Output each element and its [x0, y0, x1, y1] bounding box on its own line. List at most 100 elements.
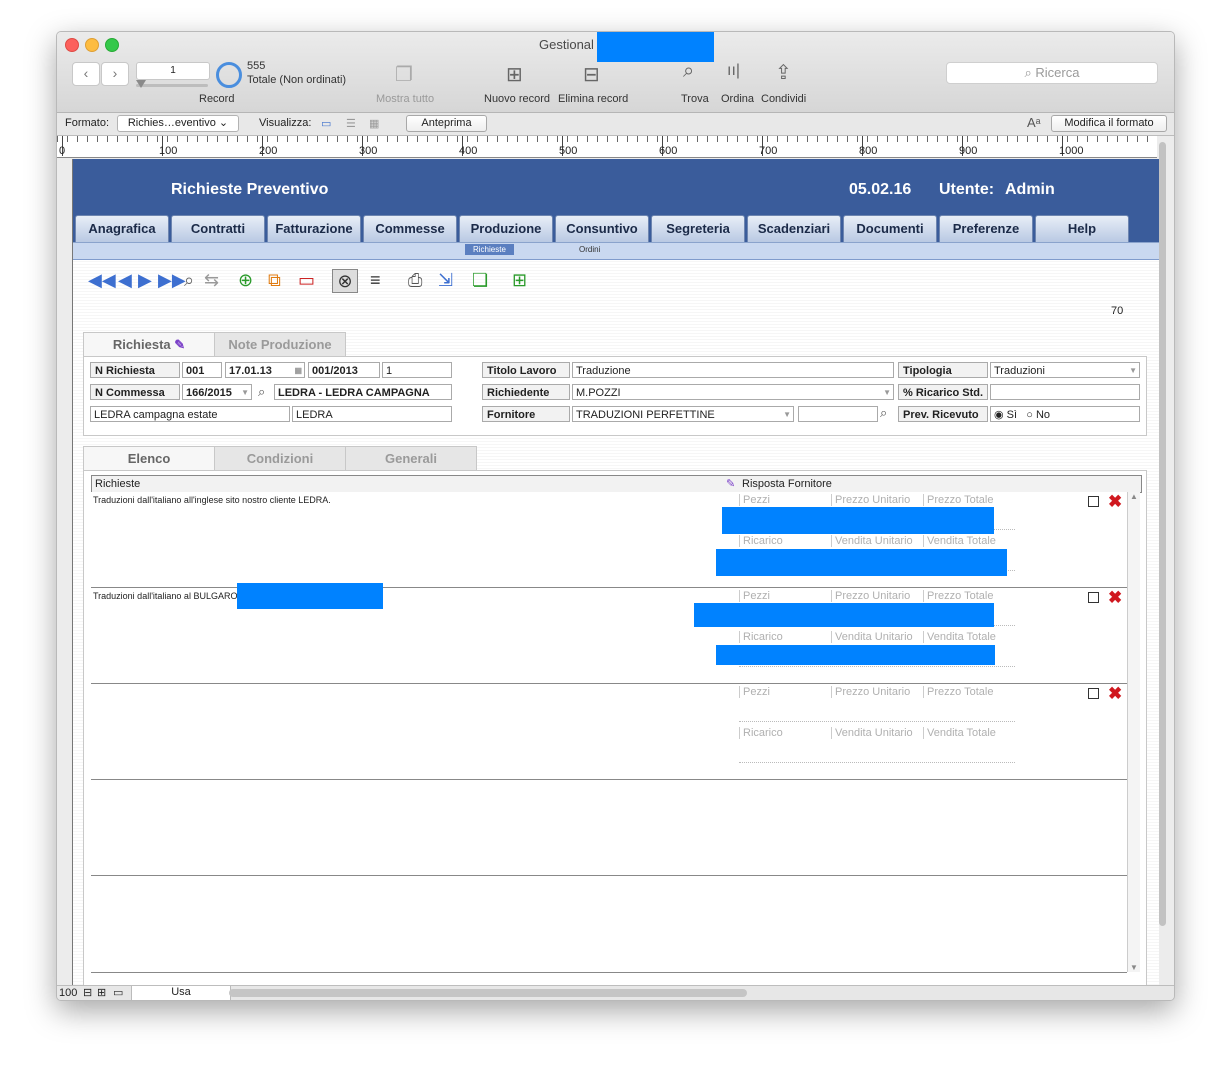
find-icon[interactable]: ⌕ — [683, 60, 694, 83]
menu-consuntivo[interactable]: Consuntivo — [555, 215, 649, 242]
share-label[interactable]: Condividi — [761, 93, 806, 105]
find-record-icon[interactable]: ⌕ — [184, 269, 194, 291]
client-short-field[interactable]: LEDRA — [292, 406, 452, 422]
minimize-button[interactable] — [85, 38, 99, 52]
sort-icon[interactable]: ıı| — [727, 62, 740, 80]
scroll-down-icon[interactable]: ▼ — [1130, 963, 1138, 972]
add-record-icon[interactable]: ⊕ — [238, 269, 253, 291]
list-item[interactable]: Pezzi Prezzo Unitario Prezzo Totale Rica… — [91, 684, 1127, 780]
new-record-label[interactable]: Nuovo record — [484, 93, 550, 105]
dropdown-arrow-icon[interactable]: ▼ — [783, 407, 791, 421]
zoom-button[interactable] — [105, 38, 119, 52]
radio-si[interactable]: ◉ — [994, 409, 1004, 421]
zoom-level[interactable]: 100 — [59, 987, 77, 999]
delete-row-icon[interactable]: ✖ — [1108, 589, 1122, 606]
row-checkbox[interactable] — [1088, 592, 1099, 603]
lookup-icon[interactable]: ⌕ — [258, 384, 265, 400]
commessa-description-field[interactable]: LEDRA campagna estate — [90, 406, 290, 422]
dropdown-arrow-icon[interactable]: ▼ — [1129, 363, 1137, 377]
calendar-icon[interactable]: ▦ — [294, 363, 302, 377]
share-icon[interactable]: ⇪ — [775, 60, 792, 85]
menu-contratti[interactable]: Contratti — [171, 215, 265, 242]
prev-record-icon[interactable]: ◀ — [118, 269, 132, 291]
binoculars-icon[interactable]: ⊗ — [332, 269, 358, 293]
supplier-search-icon[interactable]: ⌕ — [880, 405, 887, 421]
list-item[interactable] — [91, 780, 1127, 876]
new-record-icon[interactable]: ⊞ — [506, 62, 523, 87]
dropdown-arrow-icon[interactable]: ▼ — [883, 385, 891, 399]
delete-row-icon[interactable]: ✖ — [1108, 685, 1122, 702]
menu-segreteria[interactable]: Segreteria — [651, 215, 745, 242]
tab-elenco[interactable]: Elenco — [83, 446, 215, 471]
menu-scadenziari[interactable]: Scadenziari — [747, 215, 841, 242]
revision-field[interactable]: 1 — [382, 362, 452, 378]
preview-button[interactable]: Anteprima — [406, 115, 487, 132]
close-button[interactable] — [65, 38, 79, 52]
radio-no[interactable]: ○ — [1026, 409, 1033, 421]
find-label[interactable]: Trova — [681, 93, 709, 105]
tab-condizioni[interactable]: Condizioni — [214, 446, 346, 471]
tab-richiesta[interactable]: Richiesta ✎ — [83, 332, 215, 357]
menu-fatturazione[interactable]: Fatturazione — [267, 215, 361, 242]
menu-anagrafica[interactable]: Anagrafica — [75, 215, 169, 242]
submenu-ordini[interactable]: Ordini — [571, 244, 608, 255]
table-view-icon[interactable]: ▦ — [369, 117, 379, 130]
duplicate-icon[interactable]: ⧉ — [268, 269, 281, 291]
menu-documenti[interactable]: Documenti — [843, 215, 937, 242]
tab-note-produzione[interactable]: Note Produzione — [214, 332, 346, 357]
sort-label[interactable]: Ordina — [721, 93, 754, 105]
print-icon[interactable]: ⎙ — [408, 269, 422, 291]
n-commessa-field[interactable]: 166/2015 ▼ — [182, 384, 252, 400]
list-item[interactable] — [91, 876, 1127, 973]
fornitore-field[interactable]: TRADUZIONI PERFETTINE ▼ — [572, 406, 794, 422]
form-view-icon[interactable]: ▭ — [321, 117, 331, 130]
list-view-icon[interactable]: ☰ — [346, 117, 356, 130]
zoom-in-icon[interactable]: ⊞ — [97, 986, 106, 999]
list-item[interactable]: Traduzioni dall'italiano al BULGARO Pezz… — [91, 583, 1127, 684]
window-scrollbar[interactable] — [1159, 142, 1166, 926]
record-slider[interactable] — [136, 84, 208, 87]
list-item[interactable]: Traduzioni dall'italiano all'inglese sit… — [91, 492, 1127, 588]
grid-scrollbar[interactable]: ▲ ▼ — [1127, 492, 1140, 972]
menu-preferenze[interactable]: Preferenze — [939, 215, 1033, 242]
mode-indicator[interactable]: Usa — [131, 986, 231, 1000]
edit-layout-button[interactable]: Modifica il formato — [1051, 115, 1167, 132]
last-record-icon[interactable]: ▶▶ — [158, 269, 186, 291]
record-slider-thumb[interactable] — [136, 80, 146, 88]
menu-help[interactable]: Help — [1035, 215, 1129, 242]
edit-response-icon[interactable]: ✎ — [726, 476, 735, 492]
export-icon[interactable]: ⇲ — [438, 269, 453, 291]
delete-record-icon[interactable]: ⊟ — [583, 62, 600, 87]
first-record-icon[interactable]: ◀◀ — [88, 269, 116, 291]
code-field[interactable]: 001/2013 — [308, 362, 380, 378]
layout-select[interactable]: Richies…eventivo ⌄ — [117, 115, 239, 132]
next-record-icon[interactable]: ▶ — [138, 269, 152, 291]
menu-commesse[interactable]: Commesse — [363, 215, 457, 242]
zoom-out-icon[interactable]: ⊟ — [83, 986, 92, 999]
dropdown-arrow-icon[interactable]: ▼ — [241, 385, 249, 399]
horizontal-scrollbar[interactable] — [229, 989, 747, 997]
search-input[interactable]: ⌕ Ricerca — [946, 62, 1158, 84]
menu-produzione[interactable]: Produzione — [459, 215, 553, 242]
row-checkbox[interactable] — [1088, 496, 1099, 507]
n-richiesta-field[interactable]: 001 — [182, 362, 222, 378]
tab-generali[interactable]: Generali — [345, 446, 477, 471]
delete-row-icon[interactable]: ✖ — [1108, 493, 1122, 510]
delete-record-label[interactable]: Elimina record — [558, 93, 628, 105]
submenu-richieste[interactable]: Richieste — [465, 244, 514, 255]
remove-record-icon[interactable]: ▭ — [298, 269, 315, 291]
titolo-field[interactable]: Traduzione — [572, 362, 894, 378]
add-item-icon[interactable]: ⊞ — [512, 269, 527, 291]
client-field[interactable]: LEDRA - LEDRA CAMPAGNA — [274, 384, 452, 400]
new-window-icon[interactable]: ❏ — [472, 269, 488, 291]
fornitore-extra-field[interactable] — [798, 406, 878, 422]
richiesta-text[interactable]: Traduzioni dall'italiano al BULGARO — [93, 591, 237, 601]
next-record-button[interactable]: › — [101, 62, 129, 86]
record-number-input[interactable]: 1 — [136, 62, 210, 80]
richiedente-field[interactable]: M.POZZI ▼ — [572, 384, 894, 400]
tipologia-field[interactable]: Traduzioni ▼ — [990, 362, 1140, 378]
prev-record-button[interactable]: ‹ — [72, 62, 100, 86]
ricarico-field[interactable] — [990, 384, 1140, 400]
text-size-icon[interactable]: Aᵃ — [1027, 115, 1041, 130]
toolbar-toggle-icon[interactable]: ▭ — [113, 986, 123, 999]
